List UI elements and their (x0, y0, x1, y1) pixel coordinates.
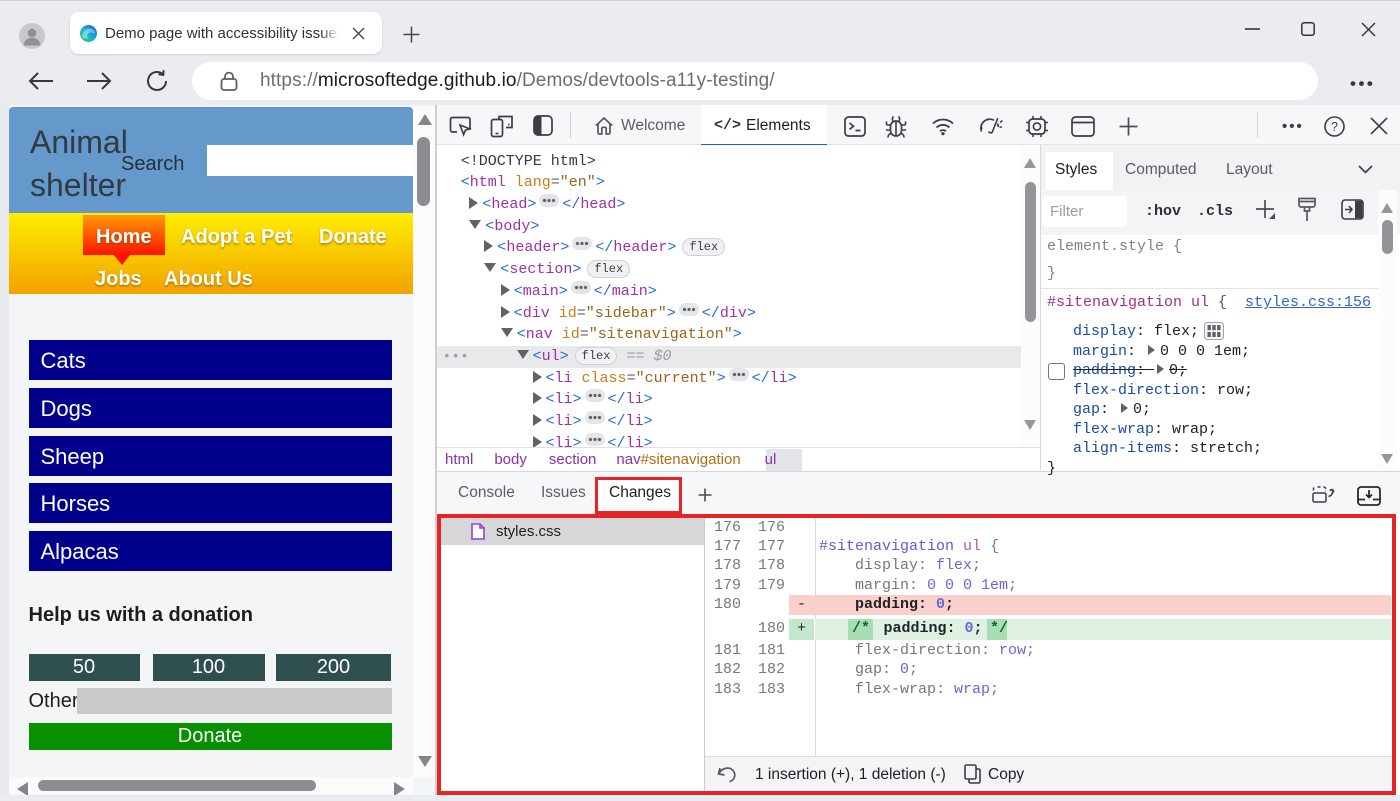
svg-text:?: ? (1331, 120, 1338, 134)
